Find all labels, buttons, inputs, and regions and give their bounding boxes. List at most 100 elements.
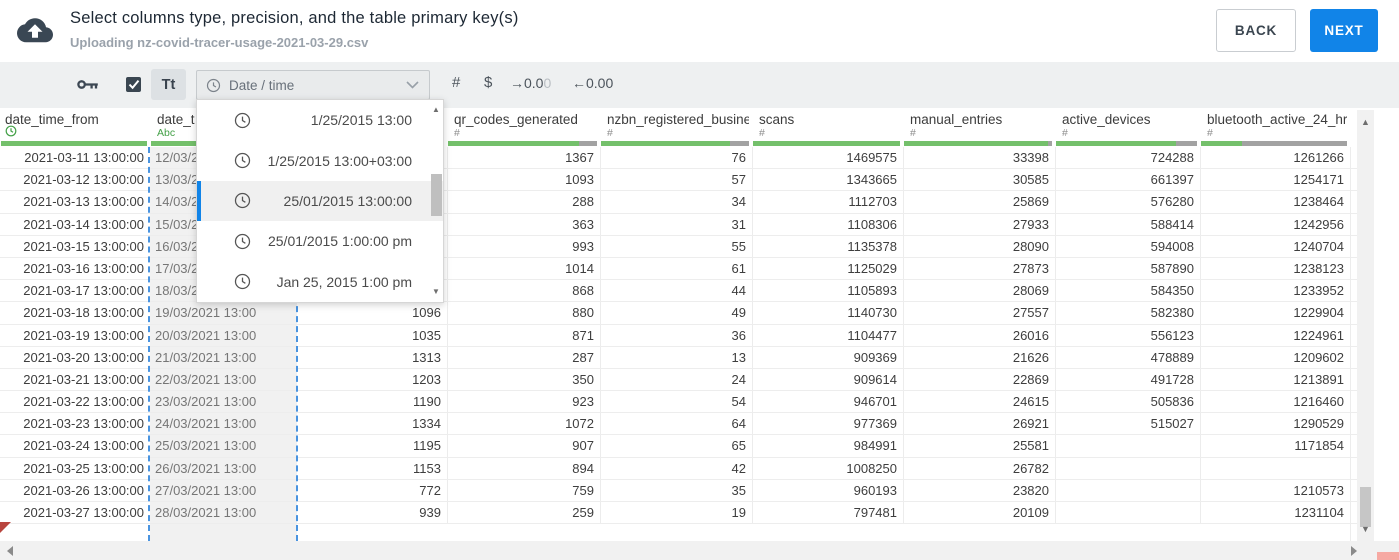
horizontal-scrollbar[interactable] — [0, 541, 1399, 560]
table-cell[interactable]: 2021-03-12 13:00:00 — [0, 169, 150, 190]
table-cell[interactable]: 993 — [447, 235, 600, 257]
table-cell[interactable]: 2021-03-13 13:00:00 — [0, 191, 150, 212]
table-cell[interactable]: 21/03/2021 13:00 — [150, 347, 298, 368]
table-cell[interactable]: 1469575 — [752, 147, 903, 169]
table-cell[interactable]: 1008250 — [752, 457, 903, 479]
table-cell[interactable]: 54 — [600, 391, 752, 413]
dropdown-option[interactable]: 1/25/2015 13:00 — [197, 100, 443, 140]
column-header-qr_codes_generated[interactable]: qr_codes_generated # — [447, 108, 600, 147]
table-cell[interactable]: 923 — [447, 391, 600, 413]
table-cell[interactable]: 587890 — [1055, 257, 1200, 280]
column-header-manual_entries[interactable]: manual_entries # — [903, 108, 1055, 147]
table-cell[interactable]: 24/03/2021 13:00 — [150, 413, 298, 434]
table-cell[interactable]: 1093 — [447, 169, 600, 191]
table-cell[interactable]: 2021-03-20 13:00:00 — [0, 347, 150, 368]
table-cell[interactable]: 288 — [447, 191, 600, 213]
table-cell[interactable]: 22/03/2021 13:00 — [150, 369, 298, 390]
table-cell[interactable]: 724288 — [1055, 147, 1200, 169]
table-cell[interactable]: 44 — [600, 280, 752, 302]
table-cell[interactable]: 1238123 — [1200, 257, 1350, 280]
table-cell[interactable]: 20109 — [903, 502, 1055, 524]
table-cell[interactable]: 772 — [298, 480, 447, 501]
table-cell[interactable]: 759 — [447, 479, 600, 501]
table-cell[interactable]: 57 — [600, 169, 752, 191]
table-cell[interactable]: 1233952 — [1200, 280, 1350, 302]
table-cell[interactable]: 363 — [447, 213, 600, 235]
table-cell[interactable]: 1313 — [298, 347, 447, 368]
primary-key-icon[interactable] — [76, 78, 100, 92]
table-cell[interactable]: 1195 — [298, 435, 447, 456]
table-cell[interactable]: 34 — [600, 191, 752, 213]
table-cell[interactable]: 25581 — [903, 435, 1055, 457]
scroll-left-arrow-icon[interactable] — [7, 546, 13, 556]
table-cell[interactable]: 26921 — [903, 413, 1055, 435]
table-cell[interactable]: 24615 — [903, 391, 1055, 413]
table-cell[interactable]: 1343665 — [752, 169, 903, 191]
column-header-nzbn_registered_busine[interactable]: nzbn_registered_busine # — [600, 108, 752, 147]
table-cell[interactable]: 2021-03-14 13:00:00 — [0, 214, 150, 235]
table-cell[interactable]: 594008 — [1055, 235, 1200, 257]
table-cell[interactable]: 515027 — [1055, 413, 1200, 435]
table-cell[interactable]: 909614 — [752, 368, 903, 391]
datetime-format-select[interactable]: Date / time — [196, 70, 430, 100]
table-cell[interactable]: 576280 — [1055, 191, 1200, 213]
table-cell[interactable]: 880 — [447, 302, 600, 324]
table-cell[interactable]: 1242956 — [1200, 213, 1350, 235]
table-cell[interactable]: 35 — [600, 479, 752, 501]
table-cell[interactable]: 22869 — [903, 368, 1055, 391]
table-cell[interactable]: 65 — [600, 435, 752, 457]
table-cell[interactable]: 2021-03-26 13:00:00 — [0, 480, 150, 501]
dropdown-option-selected[interactable]: 25/01/2015 13:00:00 — [197, 180, 443, 222]
table-cell[interactable]: 28090 — [903, 235, 1055, 257]
table-cell[interactable]: 1105893 — [752, 280, 903, 302]
vertical-scrollbar-thumb[interactable] — [1360, 487, 1371, 527]
table-cell[interactable]: 24 — [600, 368, 752, 391]
table-cell[interactable]: 31 — [600, 213, 752, 235]
table-cell[interactable]: 1209602 — [1200, 346, 1350, 368]
table-cell[interactable]: 2021-03-23 13:00:00 — [0, 413, 150, 434]
scroll-right-arrow-icon[interactable] — [1351, 546, 1357, 556]
table-cell[interactable]: 1104477 — [752, 324, 903, 346]
table-cell[interactable]: 20/03/2021 13:00 — [150, 325, 298, 346]
table-cell[interactable]: 946701 — [752, 391, 903, 413]
table-cell[interactable]: 30585 — [903, 169, 1055, 191]
table-cell[interactable]: 36 — [600, 324, 752, 346]
table-cell[interactable]: 977369 — [752, 413, 903, 435]
table-cell[interactable]: 25869 — [903, 191, 1055, 213]
table-cell[interactable]: 27933 — [903, 213, 1055, 235]
table-cell[interactable]: 1014 — [447, 257, 600, 280]
scroll-down-arrow-icon[interactable]: ▼ — [1357, 524, 1374, 534]
table-cell[interactable]: 2021-03-11 13:00:00 — [0, 147, 150, 168]
table-cell[interactable]: 1254171 — [1200, 169, 1350, 191]
table-cell[interactable]: 2021-03-17 13:00:00 — [0, 280, 150, 301]
table-cell[interactable]: 42 — [600, 457, 752, 479]
back-button[interactable]: BACK — [1216, 9, 1296, 52]
table-cell[interactable]: 1153 — [298, 458, 447, 479]
vertical-scrollbar[interactable]: ▲ ▼ — [1357, 110, 1374, 541]
table-cell[interactable]: 61 — [600, 257, 752, 280]
column-header-active_devices[interactable]: active_devices # — [1055, 108, 1200, 147]
table-cell[interactable]: 1096 — [298, 302, 447, 323]
table-cell[interactable]: 491728 — [1055, 368, 1200, 391]
table-cell[interactable]: 1231104 — [1200, 502, 1350, 524]
table-cell[interactable]: 584350 — [1055, 280, 1200, 302]
scroll-up-arrow-icon[interactable]: ▲ — [1357, 117, 1374, 127]
table-cell[interactable]: 2021-03-19 13:00:00 — [0, 325, 150, 346]
table-cell[interactable]: 19/03/2021 13:00 — [150, 302, 298, 323]
table-cell[interactable]: 13 — [600, 346, 752, 368]
table-cell[interactable]: 939 — [298, 502, 447, 523]
table-cell[interactable] — [1055, 435, 1200, 457]
table-cell[interactable]: 1108306 — [752, 213, 903, 235]
table-cell[interactable]: 2021-03-22 13:00:00 — [0, 391, 150, 412]
table-cell[interactable]: 28069 — [903, 280, 1055, 302]
dropdown-option[interactable]: Jan 25, 2015 1:00 pm — [197, 262, 443, 302]
table-cell[interactable]: 2021-03-21 13:00:00 — [0, 369, 150, 390]
table-cell[interactable]: 2021-03-25 13:00:00 — [0, 458, 150, 479]
number-type-button[interactable]: # — [452, 74, 460, 91]
table-cell[interactable]: 2021-03-18 13:00:00 — [0, 302, 150, 323]
table-cell[interactable]: 1334 — [298, 413, 447, 434]
table-cell[interactable]: 797481 — [752, 502, 903, 524]
table-cell[interactable]: 27873 — [903, 257, 1055, 280]
table-cell[interactable]: 909369 — [752, 346, 903, 368]
table-cell[interactable]: 1261266 — [1200, 147, 1350, 169]
